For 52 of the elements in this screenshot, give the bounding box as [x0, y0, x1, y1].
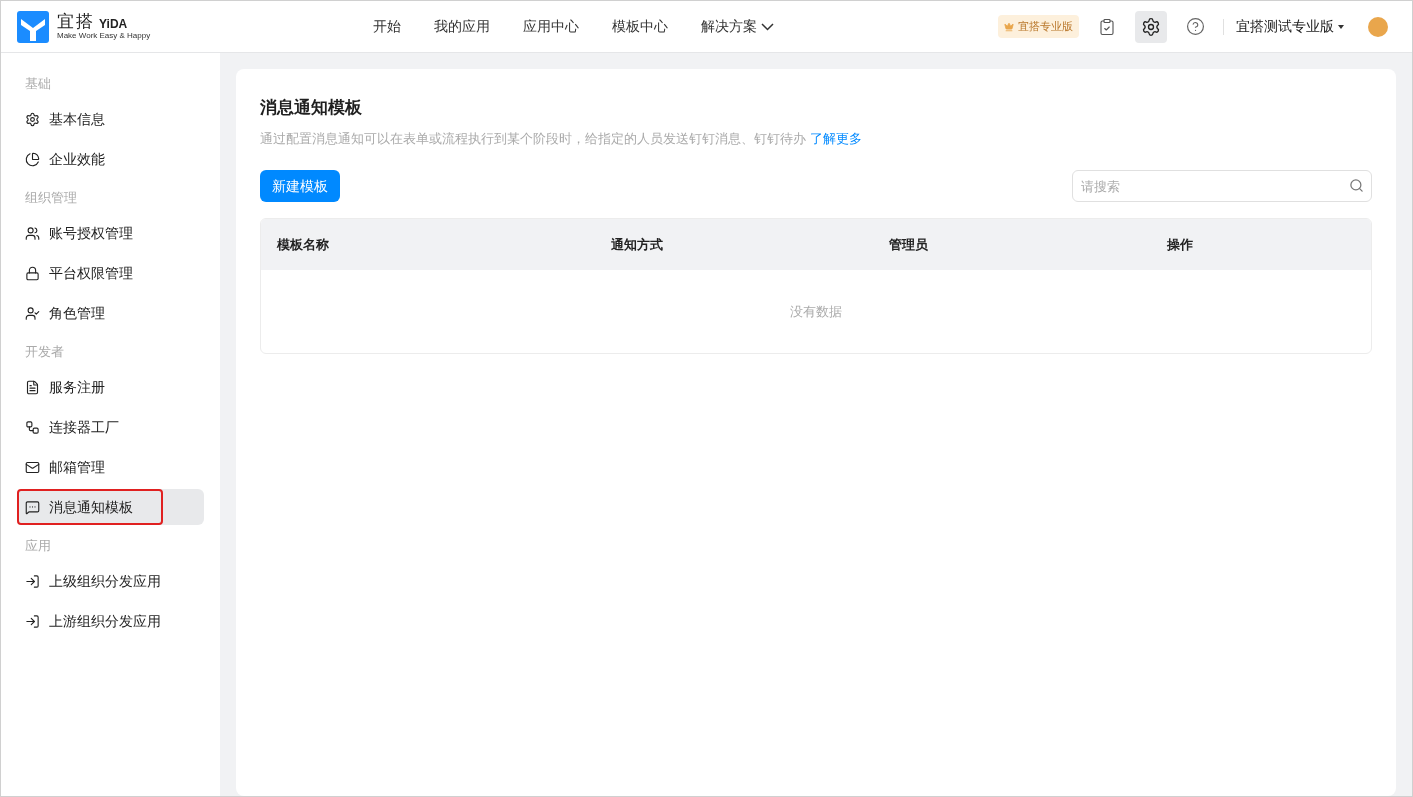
sidebar-item[interactable]: 上级组织分发应用: [17, 563, 204, 599]
sidebar-item[interactable]: 邮箱管理: [17, 449, 204, 485]
sidebar-item[interactable]: 服务注册: [17, 369, 204, 405]
column-header: 管理员: [889, 235, 929, 254]
sidebar-item[interactable]: 角色管理: [17, 295, 204, 331]
nav-link[interactable]: 解决方案: [701, 16, 774, 37]
connector-icon: [25, 419, 40, 435]
lock-icon: [25, 265, 40, 281]
sidebar-heading: 基础: [24, 75, 52, 94]
settings-button[interactable]: [1135, 10, 1167, 43]
help-icon: [1185, 17, 1205, 36]
column-header: 模板名称: [277, 235, 330, 254]
edition-badge: 宜搭专业版: [998, 15, 1079, 38]
column-header: 通知方式: [611, 235, 664, 254]
sidebar-item[interactable]: 消息通知模板: [17, 489, 204, 525]
user-check-icon: [25, 305, 40, 321]
sidebar-heading: 应用: [24, 537, 52, 556]
sidebar-item[interactable]: 上游组织分发应用: [17, 603, 204, 639]
search-field[interactable]: 请搜索: [1072, 170, 1372, 202]
sidebar-item[interactable]: 平台权限管理: [17, 255, 204, 291]
logo-slogan: Make Work Easy & Happy: [57, 32, 151, 40]
sidebar-item[interactable]: 企业效能: [17, 141, 204, 177]
enter-icon: [25, 573, 40, 589]
empty-message: 没有数据: [790, 302, 842, 321]
settings-icon: [25, 111, 40, 127]
org-switcher[interactable]: 宜搭测试专业版: [1236, 16, 1344, 37]
search-icon: [1349, 178, 1364, 193]
logo-icon: [17, 10, 49, 43]
mail-icon: [25, 459, 40, 475]
settings-icon: [1141, 16, 1161, 37]
sidebar-item[interactable]: 连接器工厂: [17, 409, 204, 445]
enter-icon: [25, 613, 40, 629]
page-description: 通过配置消息通知可以在表单或流程执行到某个阶段时，给指定的人员发送钉钉消息、钉钉待办: [260, 129, 806, 148]
nav-link[interactable]: 我的应用: [434, 16, 490, 37]
sidebar-item[interactable]: 基本信息: [17, 101, 204, 137]
message-icon: [25, 499, 40, 515]
nav-link[interactable]: 开始: [373, 16, 401, 37]
sidebar-heading: 组织管理: [24, 189, 78, 208]
sidebar-heading: 开发者: [24, 343, 65, 362]
logo-name: 宜搭: [57, 13, 95, 30]
crown-icon: [1004, 21, 1014, 32]
pie-chart-icon: [25, 151, 40, 167]
page-title: 消息通知模板: [260, 97, 363, 119]
column-header: 操作: [1167, 235, 1194, 254]
nav-link[interactable]: 应用中心: [523, 16, 579, 37]
learn-more-link[interactable]: 了解更多: [810, 128, 862, 148]
users-icon: [25, 225, 40, 241]
nav-link[interactable]: 模板中心: [612, 16, 668, 37]
sidebar-item[interactable]: 账号授权管理: [17, 215, 204, 251]
clipboard-check-icon: [1098, 17, 1116, 36]
document-icon: [25, 379, 40, 395]
logo-brand: YiDA: [99, 18, 128, 30]
